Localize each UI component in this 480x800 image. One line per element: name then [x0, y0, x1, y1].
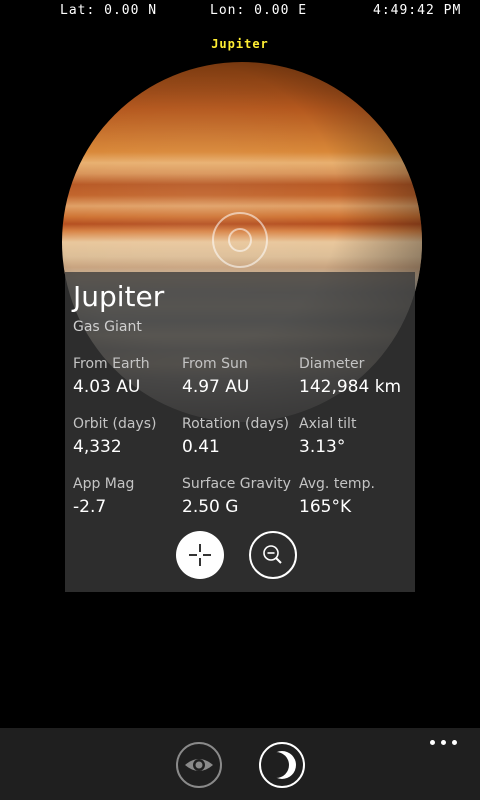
stat-value: 165°K: [299, 497, 352, 512]
eye-icon: [185, 759, 213, 771]
ellipsis-icon-dot: [441, 740, 446, 745]
moon-phase-button[interactable]: [259, 742, 305, 788]
stat-from-earth: From Earth 4.03 AU: [73, 356, 193, 397]
stat-label: From Earth: [73, 356, 150, 372]
more-options-button[interactable]: [426, 736, 462, 750]
stats-grid: From Earth 4.03 AU From Sun 4.97 AU Diam…: [65, 356, 415, 512]
stat-value: 3.13°: [299, 437, 346, 457]
stat-orbit: Orbit (days) 4,332: [73, 416, 193, 457]
longitude-readout: Lon: 0.00 E: [210, 3, 308, 18]
status-bar: Lat: 0.00 N Lon: 0.00 E 4:49:42 PM: [0, 0, 480, 24]
stat-value: -2.7: [73, 497, 107, 512]
stat-value: 0.41: [182, 437, 220, 457]
stat-label: Rotation (days): [182, 416, 289, 432]
zoom-out-button[interactable]: [249, 531, 297, 579]
target-reticle: [212, 212, 268, 268]
center-on-object-button[interactable]: [176, 531, 224, 579]
ellipsis-icon-dot: [430, 740, 435, 745]
moon-phase-icon: [263, 751, 296, 779]
stat-from-sun: From Sun 4.97 AU: [182, 356, 302, 397]
zoom-out-icon: [263, 545, 282, 564]
stat-diameter: Diameter 142,984 km: [299, 356, 415, 397]
info-panel: Jupiter Gas Giant From Earth 4.03 AU Fro…: [65, 272, 415, 592]
stat-rotation: Rotation (days) 0.41: [182, 416, 302, 457]
target-reticle-inner: [228, 228, 252, 252]
selected-object-name: Jupiter: [211, 37, 269, 51]
eye-button[interactable]: [176, 742, 222, 788]
stat-label: Axial tilt: [299, 416, 357, 432]
crosshair-icon: [189, 544, 211, 566]
stat-value: 142,984 km: [299, 377, 402, 397]
latitude-readout: Lat: 0.00 N: [60, 3, 158, 18]
stat-value: 2.50 G: [182, 497, 239, 512]
ellipsis-icon-dot: [452, 740, 457, 745]
stat-value: 4.97 AU: [182, 377, 250, 397]
stat-label: From Sun: [182, 356, 248, 372]
stat-axial-tilt: Axial tilt 3.13°: [299, 416, 415, 457]
stat-value: 4,332: [73, 437, 122, 457]
clock: 4:49:42 PM: [373, 3, 462, 18]
stat-avg-temp: Avg. temp. 165°K: [299, 476, 415, 512]
stat-label: Orbit (days): [73, 416, 157, 432]
panel-subtitle: Gas Giant: [73, 319, 142, 335]
panel-title: Jupiter: [73, 280, 165, 313]
stat-label: Diameter: [299, 356, 365, 372]
stat-surface-gravity: Surface Gravity 2.50 G: [182, 476, 302, 512]
app-bar: [0, 728, 480, 800]
stat-label: Surface Gravity: [182, 476, 291, 492]
stat-label: App Mag: [73, 476, 135, 492]
stat-label: Avg. temp.: [299, 476, 375, 492]
stat-value: 4.03 AU: [73, 377, 141, 397]
stat-app-mag: App Mag -2.7: [73, 476, 193, 512]
